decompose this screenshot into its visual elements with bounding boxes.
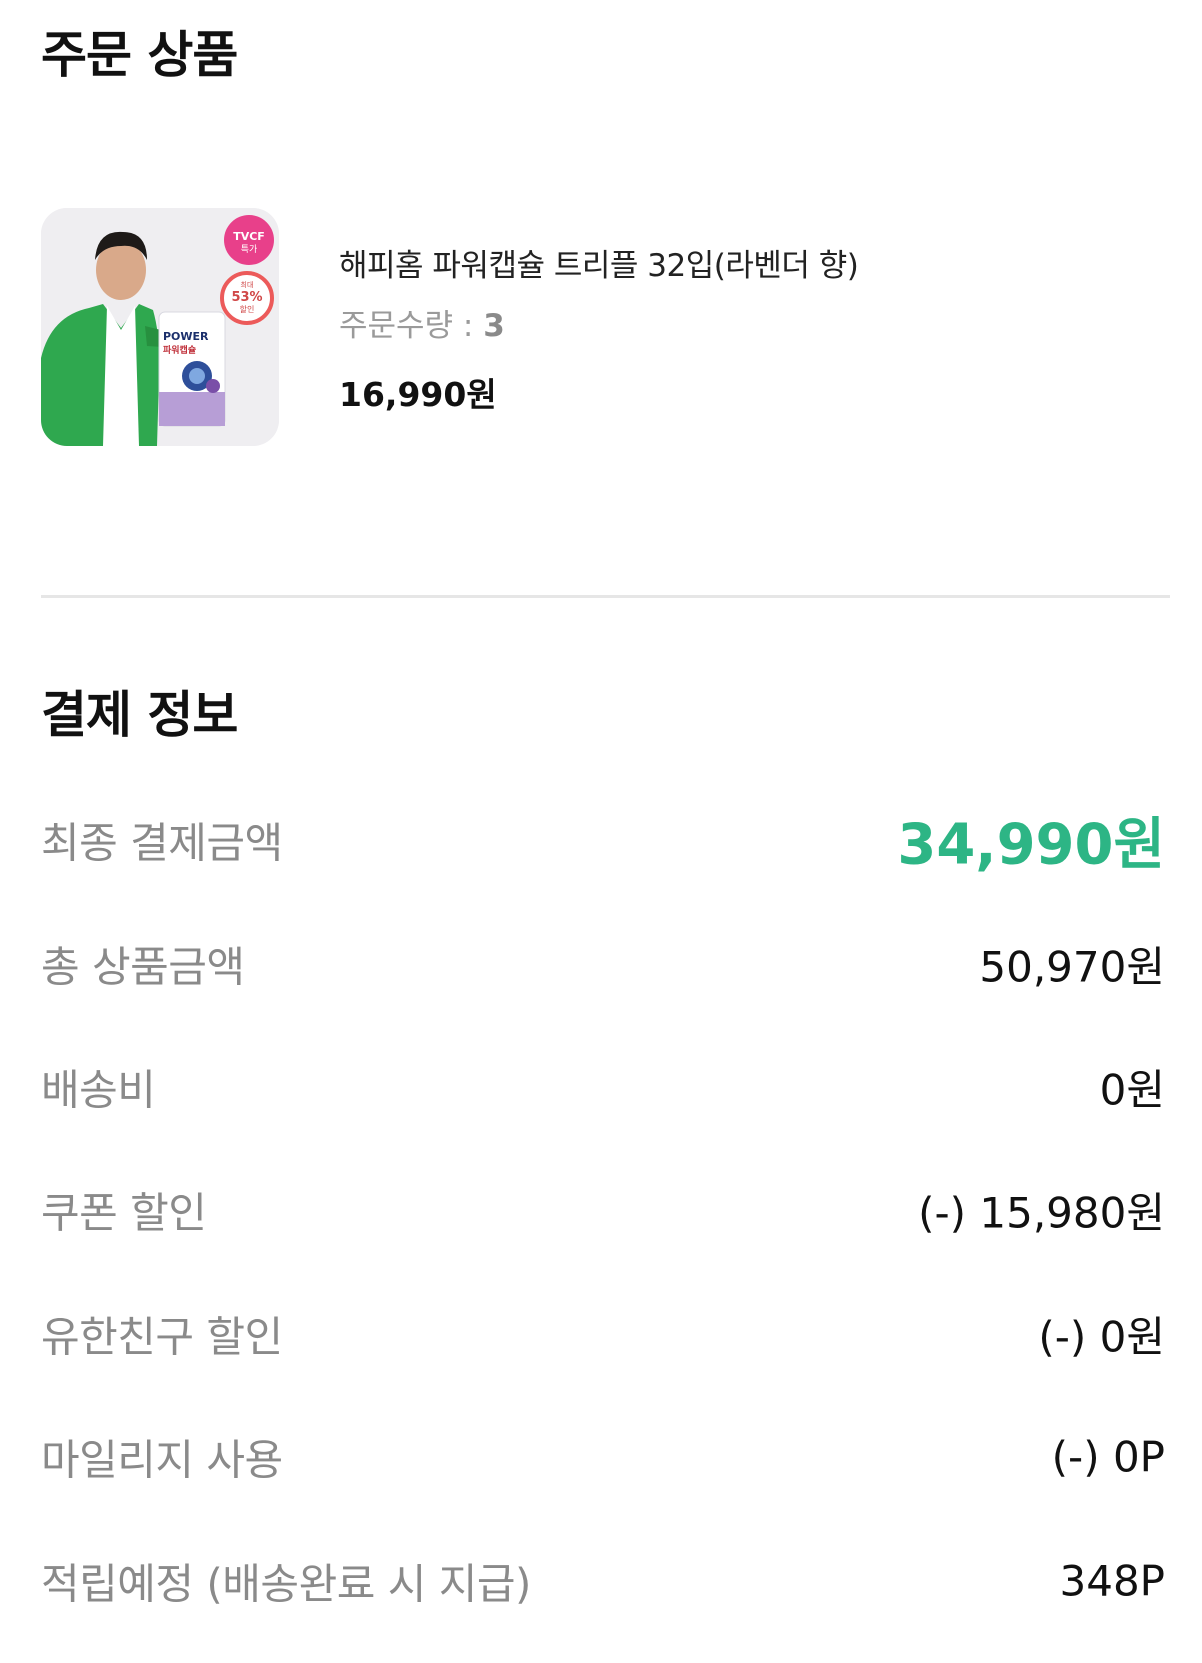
- quantity-value: 3: [483, 308, 505, 344]
- total-product-amount-row: 총 상품금액 50,970원: [41, 929, 1165, 999]
- mileage-use-value: (-) 0P: [1051, 1432, 1165, 1482]
- pack-brand-text: POWER: [163, 330, 209, 343]
- total-product-amount-value: 50,970원: [979, 942, 1165, 992]
- badge-discount-text: 53%: [231, 290, 262, 305]
- coupon-discount-row: 쿠폰 할인 (-) 15,980원: [41, 1175, 1165, 1245]
- badge-tvcf-text: TVCF: [233, 230, 265, 243]
- badge-tvcf-sub-text: 특가: [241, 244, 258, 255]
- payment-section-title: 결제 정보: [41, 686, 238, 744]
- coupon-discount-value: (-) 15,980원: [918, 1188, 1165, 1238]
- product-price: 16,990원: [339, 375, 497, 414]
- final-payment-value: 34,990원: [897, 812, 1165, 878]
- friend-discount-row: 유한친구 할인 (-) 0원: [41, 1299, 1165, 1369]
- order-section-title: 주문 상품: [41, 26, 238, 84]
- mileage-use-label: 마일리지 사용: [41, 1435, 283, 1485]
- product-quantity: 주문수량 : 3: [339, 300, 505, 345]
- product-thumbnail[interactable]: POWER 파워캡슐 TVCF 특가 최대 53% 할인: [41, 208, 279, 446]
- product-image: POWER 파워캡슐 TVCF 특가 최대 53% 할인: [41, 208, 279, 446]
- pack-name-text: 파워캡슐: [163, 344, 196, 356]
- total-product-amount-label: 총 상품금액: [41, 942, 245, 992]
- order-product-item[interactable]: POWER 파워캡슐 TVCF 특가 최대 53% 할인 해피홈 파워캡슐 트리…: [41, 208, 1161, 448]
- section-divider: [41, 595, 1170, 598]
- final-payment-label: 최종 결제금액: [41, 818, 283, 868]
- shipping-fee-label: 배송비: [41, 1065, 156, 1115]
- badge-discount-post-text: 할인: [240, 304, 255, 314]
- product-name[interactable]: 해피홈 파워캡슐 트리플 32입(라벤더 향): [339, 240, 859, 285]
- mileage-use-row: 마일리지 사용 (-) 0P: [41, 1422, 1165, 1492]
- expected-points-row: 적립예정 (배송완료 시 지급) 348P: [41, 1546, 1165, 1616]
- expected-points-label: 적립예정 (배송완료 시 지급): [41, 1559, 531, 1609]
- shipping-fee-row: 배송비 0원: [41, 1052, 1165, 1122]
- badge-discount-pre-text: 최대: [241, 280, 254, 289]
- final-payment-row: 최종 결제금액 34,990원: [41, 805, 1165, 878]
- friend-discount-value: (-) 0원: [1038, 1312, 1165, 1362]
- quantity-label: 주문수량 :: [339, 308, 484, 344]
- friend-discount-label: 유한친구 할인: [41, 1312, 283, 1362]
- coupon-discount-label: 쿠폰 할인: [41, 1188, 207, 1238]
- shipping-fee-value: 0원: [1099, 1065, 1165, 1115]
- expected-points-value: 348P: [1059, 1556, 1166, 1606]
